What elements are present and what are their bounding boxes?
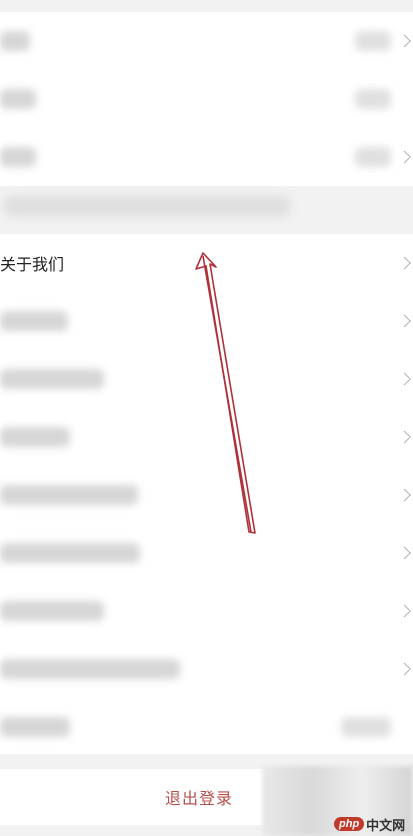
annotation-arrow-icon bbox=[195, 252, 256, 534]
